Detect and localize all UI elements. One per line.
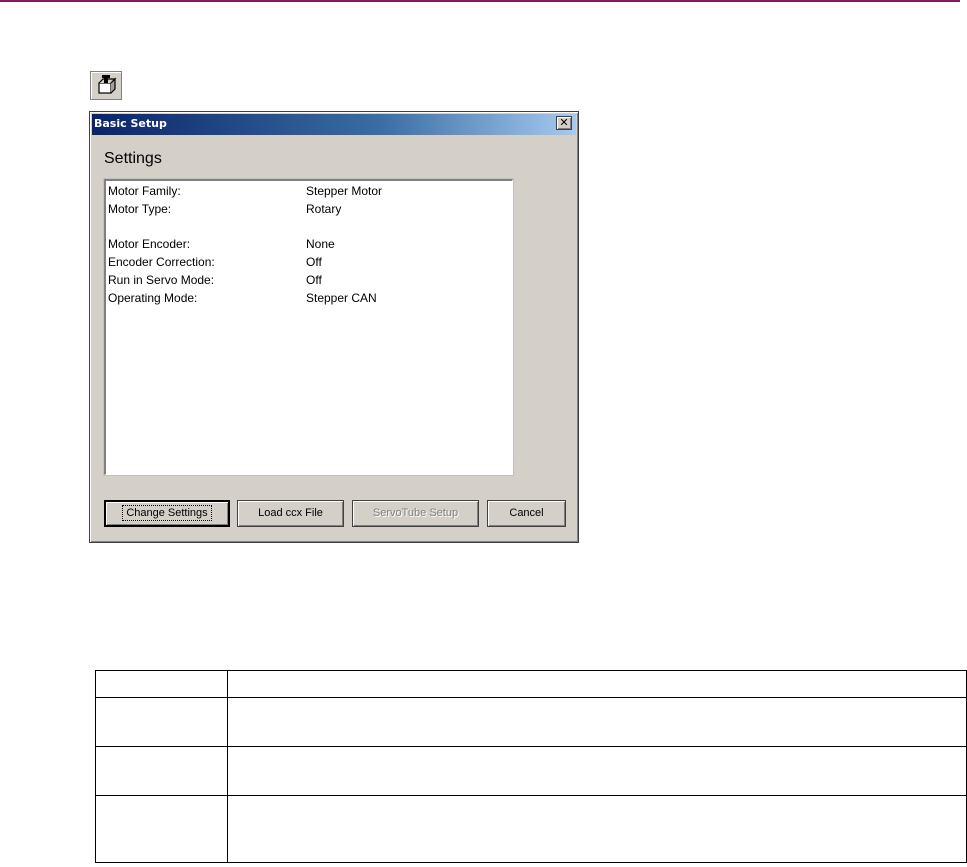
table-cell: [227, 746, 967, 796]
page-top-rule: [0, 0, 960, 2]
dialog-title: Basic Setup: [94, 117, 167, 130]
document-table: [95, 670, 967, 863]
change-settings-button[interactable]: Change Settings: [104, 500, 230, 527]
servotube-setup-button[interactable]: ServoTube Setup: [352, 500, 479, 527]
table-cell: [95, 795, 228, 863]
change-settings-label: Change Settings: [122, 505, 212, 521]
close-icon: ✕: [559, 116, 569, 129]
table-cell: [227, 670, 967, 698]
basic-setup-tool-icon[interactable]: [90, 71, 122, 100]
table-row: [95, 746, 967, 796]
table-cell: [95, 746, 228, 796]
basic-setup-dialog: Basic Setup ✕ Settings Motor Family: Ste…: [89, 111, 579, 543]
settings-list-box[interactable]: Motor Family: Stepper Motor Motor Type: …: [103, 178, 514, 476]
cancel-label: Cancel: [509, 507, 544, 519]
dialog-titlebar[interactable]: Basic Setup ✕: [92, 114, 576, 135]
setting-label: Motor Type:: [108, 202, 172, 216]
setting-value: Off: [306, 255, 322, 269]
table-cell: [227, 795, 967, 863]
table-row: [95, 795, 967, 863]
setting-label: Motor Family:: [108, 184, 181, 198]
setting-value: Rotary: [306, 202, 342, 216]
table-cell: [95, 670, 228, 698]
close-button[interactable]: ✕: [556, 116, 572, 130]
load-ccx-file-button[interactable]: Load ccx File: [237, 500, 344, 527]
setting-value: Off: [306, 273, 322, 287]
settings-heading: Settings: [104, 150, 162, 167]
servotube-setup-label: ServoTube Setup: [372, 507, 459, 519]
setting-label: Run in Servo Mode:: [108, 273, 215, 287]
cancel-button[interactable]: Cancel: [487, 500, 566, 527]
setting-value: Stepper Motor: [306, 184, 383, 198]
load-ccx-file-label: Load ccx File: [258, 507, 323, 519]
table-cell: [227, 697, 967, 747]
setting-label: Operating Mode:: [108, 291, 198, 305]
table-row: [95, 670, 967, 698]
table-row: [95, 697, 967, 747]
setting-label: Encoder Correction:: [108, 255, 215, 269]
setting-value: None: [306, 237, 335, 251]
setting-value: Stepper CAN: [306, 291, 377, 305]
table-cell: [95, 697, 228, 747]
box-hammer-icon: [98, 75, 117, 94]
setting-label: Motor Encoder:: [108, 237, 191, 251]
